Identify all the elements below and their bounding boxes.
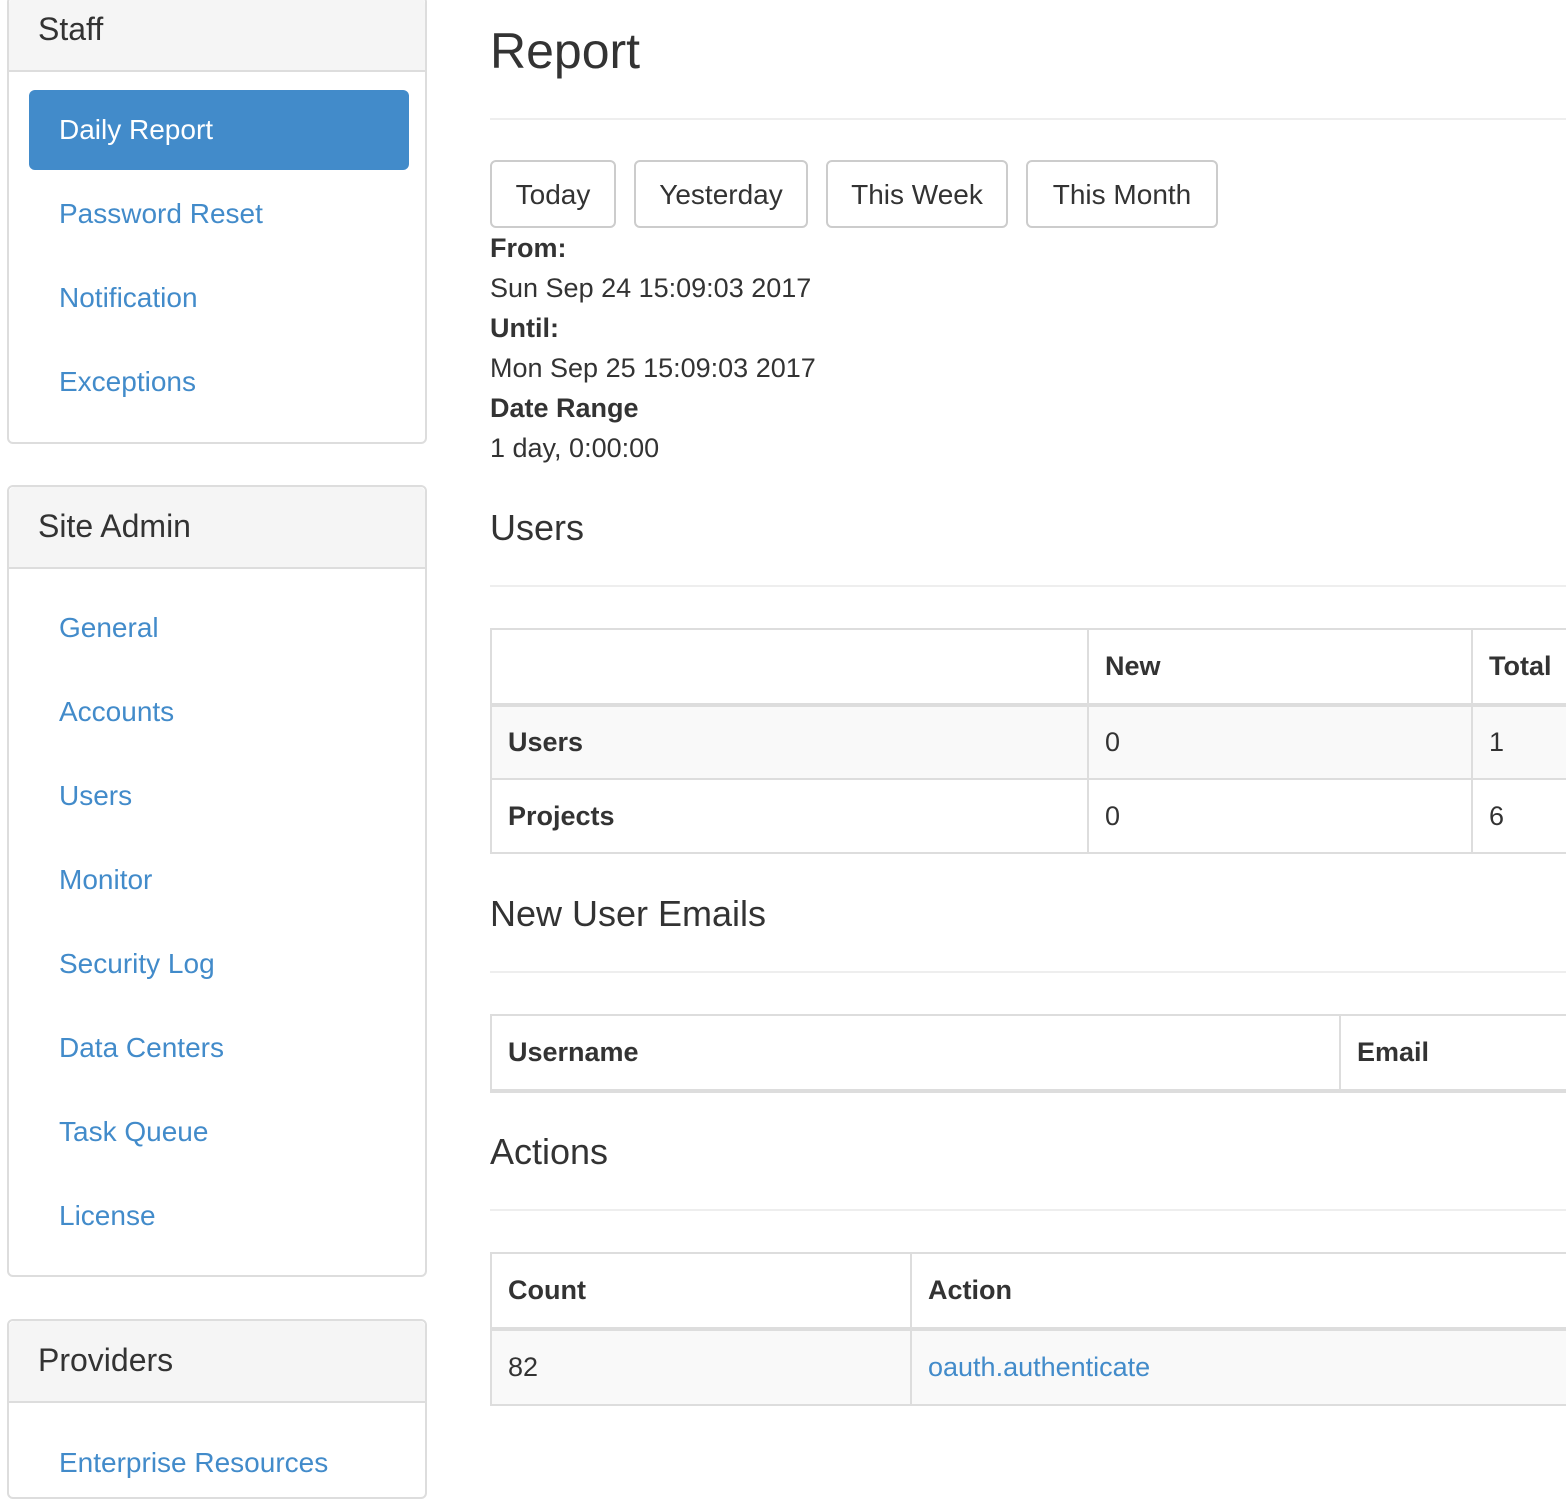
users-section-divider xyxy=(490,585,1566,587)
providers-panel-title: Providers xyxy=(38,1342,174,1378)
staff-panel-title: Staff xyxy=(38,11,104,47)
sidebar-item-task-queue[interactable]: Task Queue xyxy=(29,1092,409,1172)
range-button-today[interactable]: Today xyxy=(490,160,616,228)
actions-table-header-action: Action xyxy=(910,1252,1566,1331)
sidebar-item-monitor[interactable]: Monitor xyxy=(29,840,409,920)
sidebar-item-exceptions[interactable]: Exceptions xyxy=(29,342,409,422)
row-total-value: 6 xyxy=(1471,778,1566,854)
site-admin-panel-title: Site Admin xyxy=(38,508,191,544)
emails-section-divider xyxy=(490,971,1566,973)
table-row: Users 0 1 xyxy=(490,704,1566,780)
range-button-yesterday[interactable]: Yesterday xyxy=(634,160,808,228)
sidebar-item-security-log[interactable]: Security Log xyxy=(29,924,409,1004)
sidebar-item-enterprise-resources[interactable]: Enterprise Resources xyxy=(29,1423,409,1503)
providers-panel: Providers Enterprise Resources xyxy=(7,1319,427,1499)
date-range-label: Date Range xyxy=(490,393,639,423)
emails-table-header-username: Username xyxy=(490,1014,1341,1093)
sidebar-item-data-centers[interactable]: Data Centers xyxy=(29,1008,409,1088)
row-total-value: 1 xyxy=(1471,704,1566,780)
until-value: Mon Sep 25 15:09:03 2017 xyxy=(490,353,816,383)
action-link[interactable]: oauth.authenticate xyxy=(928,1352,1150,1382)
from-value: Sun Sep 24 15:09:03 2017 xyxy=(490,273,812,303)
emails-table: Username Email xyxy=(490,1014,1566,1093)
users-table: New Total Users 0 1 Projects 0 6 xyxy=(490,628,1566,854)
action-cell: oauth.authenticate xyxy=(910,1328,1566,1406)
sidebar-item-notification[interactable]: Notification xyxy=(29,258,409,338)
site-admin-panel: Site Admin General Accounts Users Monito… xyxy=(7,485,427,1277)
range-button-this-month[interactable]: This Month xyxy=(1026,160,1218,228)
table-row: 82 oauth.authenticate xyxy=(490,1328,1566,1406)
actions-table: Count Action 82 oauth.authenticate xyxy=(490,1252,1566,1406)
emails-table-header-email: Email xyxy=(1339,1014,1566,1093)
action-count: 82 xyxy=(490,1328,912,1406)
staff-panel: Staff Daily Report Password Reset Notifi… xyxy=(7,0,427,444)
sidebar-item-general[interactable]: General xyxy=(29,588,409,668)
users-table-header-total: Total xyxy=(1471,628,1566,707)
users-section-title: Users xyxy=(490,507,585,548)
from-label: From: xyxy=(490,233,567,263)
providers-panel-heading: Providers xyxy=(9,1321,425,1403)
sidebar-item-users[interactable]: Users xyxy=(29,756,409,836)
row-new-value: 0 xyxy=(1087,704,1473,780)
sidebar-item-password-reset[interactable]: Password Reset xyxy=(29,174,409,254)
users-table-header-new: New xyxy=(1087,628,1473,707)
users-table-header-blank xyxy=(490,628,1089,707)
actions-table-header-count: Count xyxy=(490,1252,912,1331)
row-new-value: 0 xyxy=(1087,778,1473,854)
date-range-value: 1 day, 0:00:00 xyxy=(490,433,660,463)
title-divider xyxy=(490,118,1566,120)
until-label: Until: xyxy=(490,313,559,343)
range-button-this-week[interactable]: This Week xyxy=(826,160,1008,228)
actions-section-title: Actions xyxy=(490,1131,609,1172)
sidebar-item-accounts[interactable]: Accounts xyxy=(29,672,409,752)
row-label: Users xyxy=(490,704,1089,780)
emails-section-title: New User Emails xyxy=(490,893,767,934)
row-label: Projects xyxy=(490,778,1089,854)
page-title: Report xyxy=(490,23,641,79)
table-row: Projects 0 6 xyxy=(490,778,1566,854)
sidebar-item-daily-report[interactable]: Daily Report xyxy=(29,90,409,170)
sidebar-item-license[interactable]: License xyxy=(29,1176,409,1256)
staff-panel-heading: Staff xyxy=(9,0,425,72)
actions-section-divider xyxy=(490,1209,1566,1211)
site-admin-panel-heading: Site Admin xyxy=(9,487,425,569)
